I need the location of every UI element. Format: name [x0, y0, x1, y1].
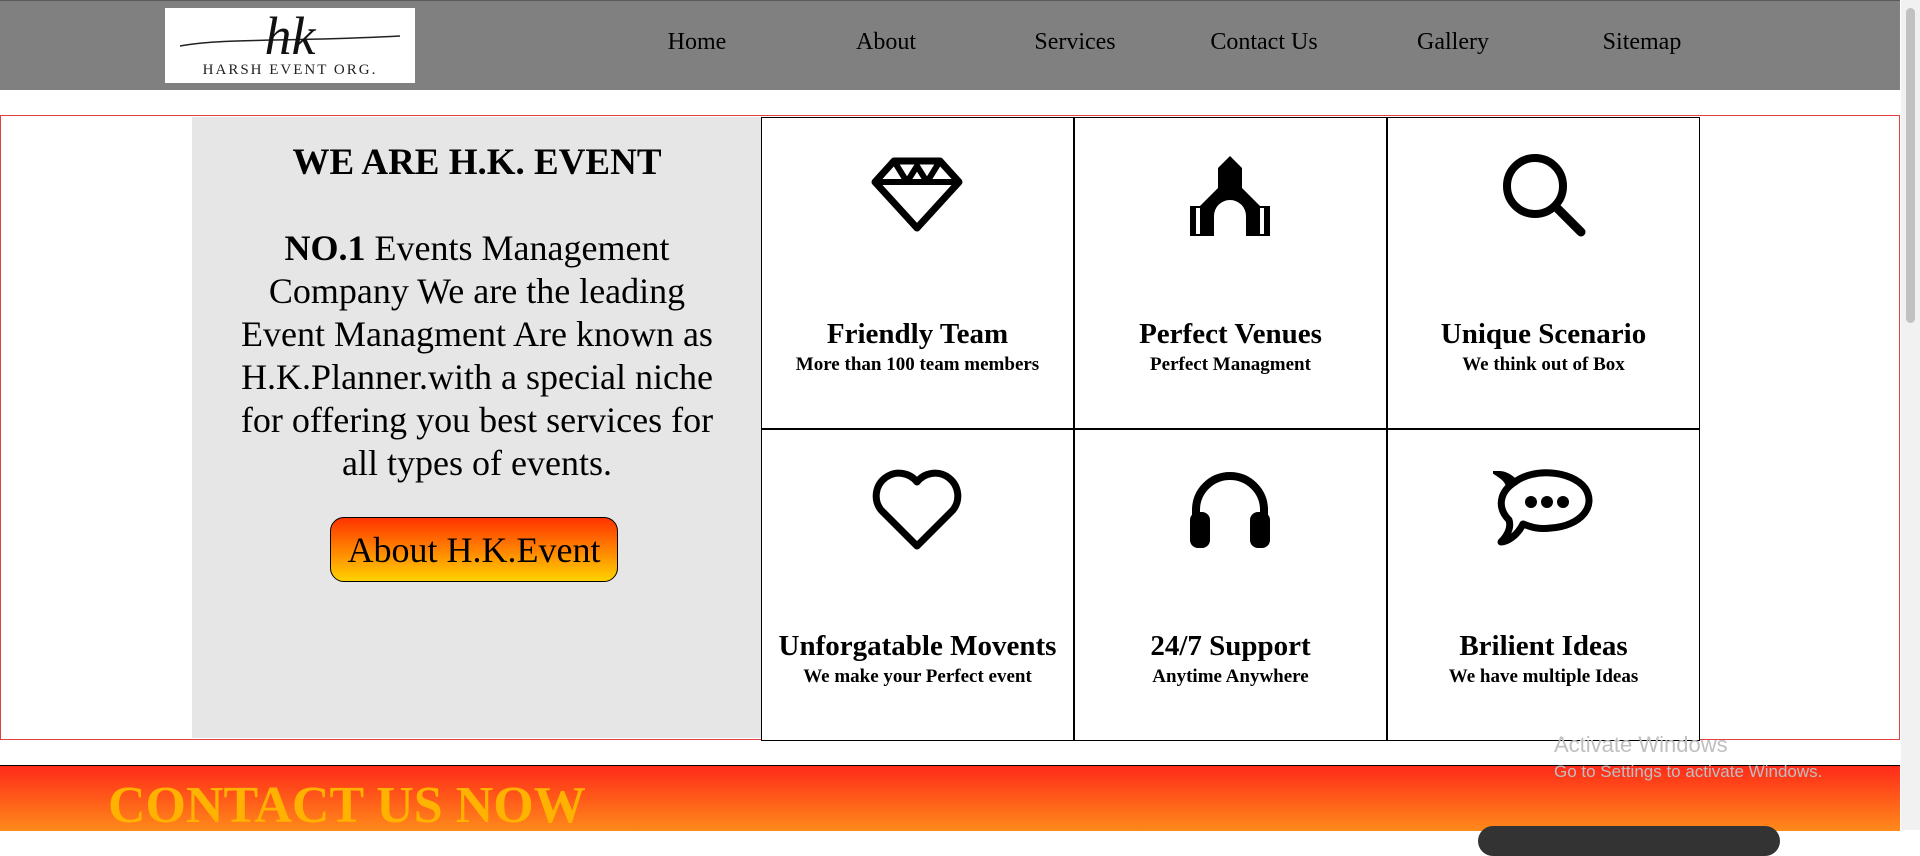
heart-icon [872, 469, 962, 550]
feature-title: 24/7 Support [1150, 630, 1311, 662]
features-section: WE ARE H.K. EVENT NO.1 Events Management… [0, 115, 1900, 741]
site-header: hk HARSH EVENT ORG. Home About Services … [0, 0, 1900, 90]
logo-subtitle: HARSH EVENT ORG. [202, 62, 378, 78]
intro-desc-bold: NO.1 [284, 228, 366, 268]
diamond-icon [871, 157, 963, 232]
feature-subtitle: Anytime Anywhere [1152, 666, 1309, 687]
contact-button[interactable] [1478, 826, 1780, 856]
vertical-scrollbar[interactable] [1901, 0, 1920, 830]
feature-title: Perfect Venues [1139, 318, 1322, 350]
intro-description: NO.1 Events Management Company We are th… [227, 227, 727, 485]
nav-home[interactable]: Home [668, 29, 727, 56]
feature-subtitle: We think out of Box [1462, 354, 1625, 375]
feature-subtitle: We make your Perfect event [803, 666, 1032, 687]
church-icon [1190, 156, 1270, 236]
feature-card-unforgatable-movents: Unforgatable Movents We make your Perfec… [761, 429, 1074, 741]
nav-services[interactable]: Services [1034, 29, 1115, 56]
nav-about[interactable]: About [856, 29, 916, 56]
search-icon [1503, 154, 1586, 237]
headphones-icon [1190, 472, 1270, 548]
contact-banner: CONTACT US NOW [0, 765, 1900, 856]
nav-contact-us[interactable]: Contact Us [1210, 29, 1317, 56]
feature-card-perfect-venues: Perfect Venues Perfect Managment [1074, 117, 1387, 429]
feature-title: Unforgatable Movents [778, 630, 1057, 662]
nav-gallery[interactable]: Gallery [1417, 29, 1489, 56]
features-grid: Friendly Team More than 100 team members… [761, 117, 1701, 741]
feature-card-friendly-team: Friendly Team More than 100 team members [761, 117, 1074, 429]
feature-card-unique-scenario: Unique Scenario We think out of Box [1387, 117, 1700, 429]
feature-title: Brilient Ideas [1459, 630, 1628, 662]
about-button[interactable]: About H.K.Event [330, 517, 618, 582]
chat-icon [1493, 469, 1593, 546]
feature-subtitle: More than 100 team members [795, 354, 1040, 375]
feature-card-support: 24/7 Support Anytime Anywhere [1074, 429, 1387, 741]
feature-title: Unique Scenario [1440, 318, 1647, 350]
scrollbar-thumb[interactable] [1906, 8, 1915, 323]
feature-subtitle: Perfect Managment [1150, 354, 1311, 375]
feature-title: Friendly Team [826, 318, 1009, 350]
logo-monogram-icon: hk [179, 8, 401, 64]
nav-sitemap[interactable]: Sitemap [1603, 29, 1682, 56]
svg-text:hk: hk [265, 8, 317, 64]
logo[interactable]: hk HARSH EVENT ORG. [165, 8, 415, 83]
intro-panel: WE ARE H.K. EVENT NO.1 Events Management… [192, 117, 762, 738]
feature-subtitle: We have multiple Ideas [1448, 666, 1639, 687]
feature-card-brilient-ideas: Brilient Ideas We have multiple Ideas [1387, 429, 1700, 741]
intro-heading: WE ARE H.K. EVENT [292, 142, 662, 183]
contact-heading: CONTACT US NOW [108, 777, 586, 834]
